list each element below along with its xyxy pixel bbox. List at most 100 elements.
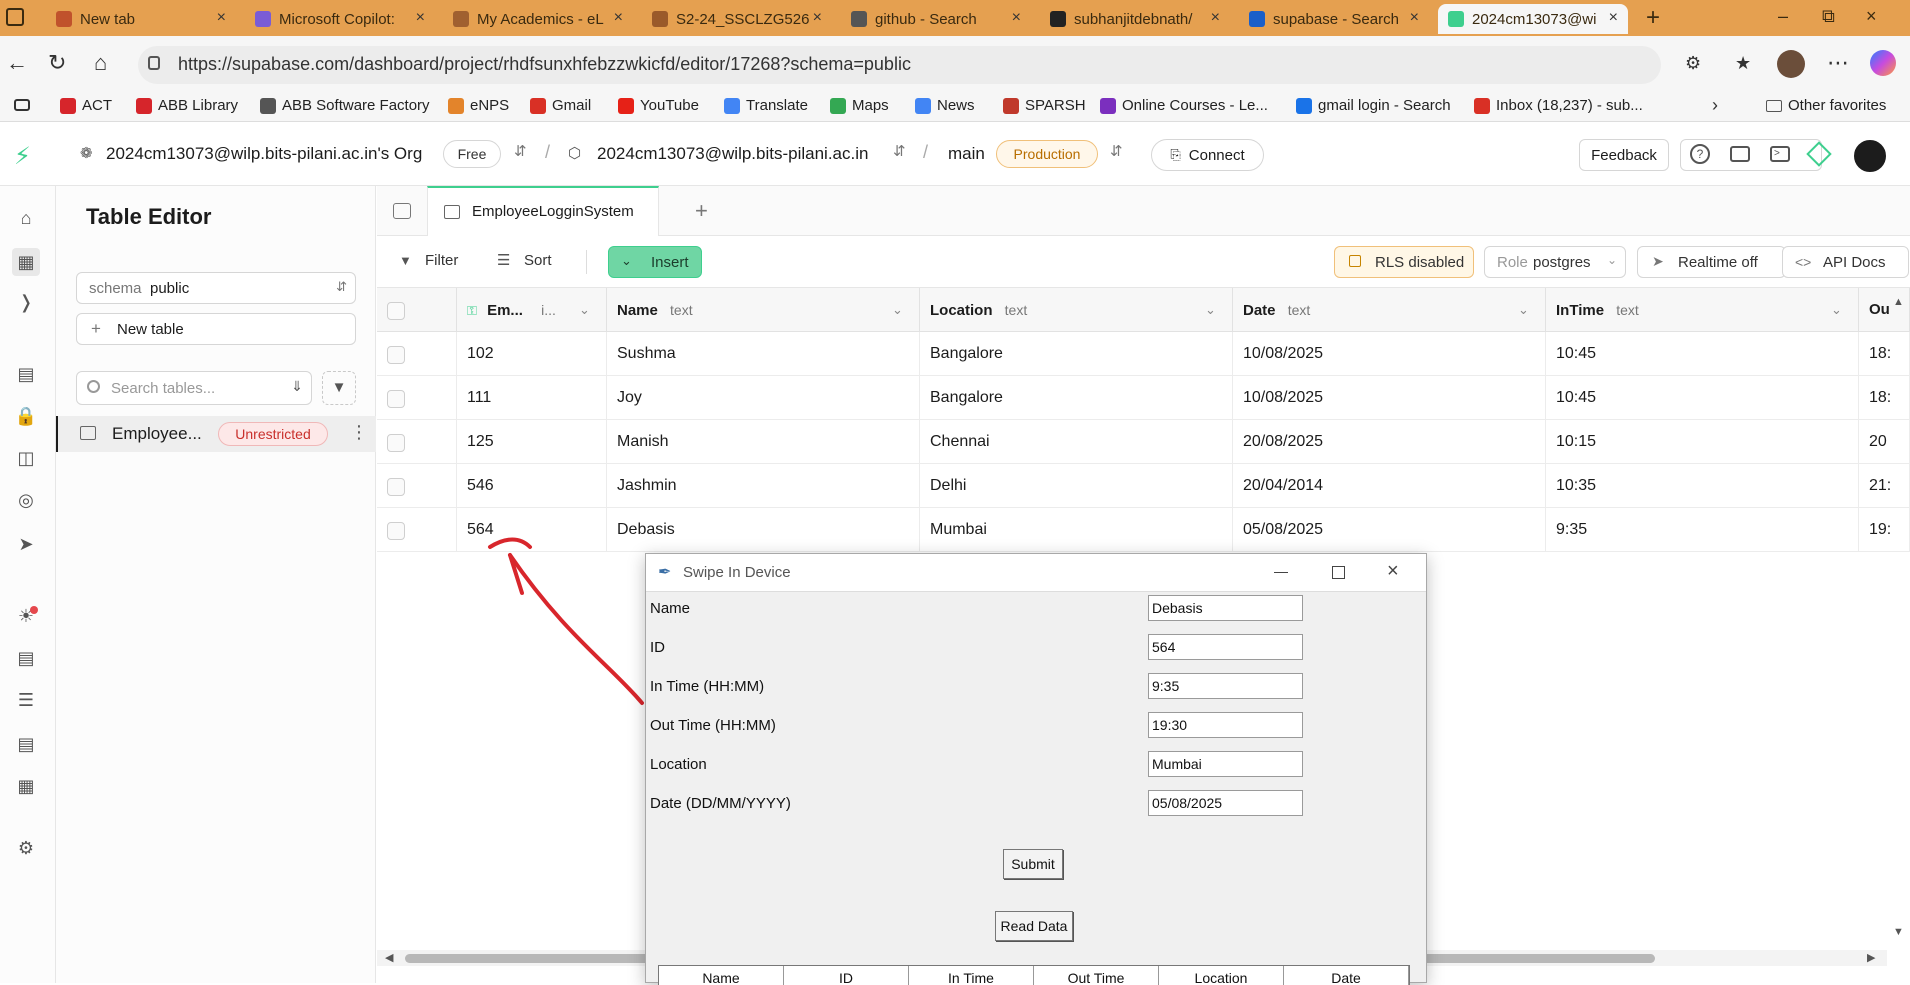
- restore-window-icon[interactable]: ⧉: [1822, 6, 1835, 27]
- chevron-down-icon[interactable]: ⌄: [1831, 288, 1842, 332]
- feedback-button[interactable]: Feedback: [1579, 139, 1669, 171]
- browser-tab[interactable]: github - Search ×: [841, 4, 1031, 34]
- bookmark-item[interactable]: Translate: [724, 97, 808, 114]
- sort-button[interactable]: Sort: [524, 252, 552, 269]
- row-checkbox[interactable]: [387, 346, 405, 364]
- table-cell[interactable]: 10:45: [1546, 332, 1859, 376]
- close-window-icon[interactable]: ×: [1866, 6, 1877, 27]
- table-cell[interactable]: 18:: [1859, 332, 1910, 376]
- maximize-icon[interactable]: [1332, 566, 1345, 579]
- settings-icon[interactable]: ⚙: [14, 836, 38, 860]
- field-input[interactable]: Mumbai: [1148, 751, 1303, 777]
- add-tab-icon[interactable]: +: [695, 198, 708, 224]
- bookmark-item[interactable]: YouTube: [618, 97, 699, 114]
- toggle-sidebar-icon[interactable]: [393, 203, 411, 219]
- storage-icon[interactable]: ◫: [14, 446, 38, 470]
- scroll-up-icon[interactable]: ▲: [1893, 296, 1904, 308]
- tab-employee-loggin-system[interactable]: EmployeeLogginSystem: [427, 186, 659, 237]
- records-column-header[interactable]: ID: [784, 966, 909, 985]
- read-data-button[interactable]: Read Data: [995, 911, 1073, 941]
- refresh-icon[interactable]: ↻: [48, 52, 66, 74]
- role-select[interactable]: Role postgres ⌄: [1484, 246, 1626, 278]
- inbox-icon[interactable]: [1730, 146, 1750, 162]
- browser-tab[interactable]: S2-24_SSCLZG526 ×: [642, 4, 832, 34]
- table-cell[interactable]: 10:35: [1546, 464, 1859, 508]
- row-checkbox[interactable]: [387, 478, 405, 496]
- extensions-icon[interactable]: ⚙: [1685, 52, 1701, 74]
- column-header-name[interactable]: Name text ⌄: [607, 288, 920, 332]
- new-tab-icon[interactable]: +: [1646, 4, 1660, 32]
- sql-editor-icon[interactable]: ❭: [14, 290, 38, 314]
- column-header-intime[interactable]: InTime text ⌄: [1546, 288, 1859, 332]
- more-vertical-icon[interactable]: ⋮: [350, 422, 368, 443]
- minimize-icon[interactable]: [1274, 572, 1288, 573]
- org-switch-icon[interactable]: ⇵: [514, 142, 527, 160]
- filter-button[interactable]: Filter: [425, 252, 458, 269]
- chevrons-down-icon[interactable]: ⇓: [291, 378, 303, 395]
- table-cell[interactable]: Joy: [607, 376, 920, 420]
- table-cell[interactable]: 20/08/2025: [1233, 420, 1546, 464]
- chevron-down-icon[interactable]: ⌄: [1205, 288, 1216, 332]
- row-checkbox[interactable]: [387, 390, 405, 408]
- rls-disabled-button[interactable]: RLS disabled: [1334, 246, 1474, 278]
- tab-actions-icon[interactable]: [6, 8, 24, 26]
- org-name[interactable]: 2024cm13073@wilp.bits-pilani.ac.in's Org: [106, 144, 422, 164]
- table-cell[interactable]: 9:35: [1546, 508, 1859, 552]
- table-cell[interactable]: Delhi: [920, 464, 1233, 508]
- bookmark-item[interactable]: Gmail: [530, 97, 591, 114]
- reading-list-icon[interactable]: [14, 99, 30, 111]
- table-row[interactable]: 111 Joy Bangalore 10/08/2025 10:45 18:: [377, 376, 1910, 420]
- bookmark-item[interactable]: ABB Library: [136, 97, 238, 114]
- reports-icon[interactable]: ▤: [14, 646, 38, 670]
- branch-switch-icon[interactable]: ⇵: [1110, 142, 1123, 160]
- table-list-item[interactable]: Employee... Unrestricted ⋮: [56, 416, 376, 452]
- table-cell[interactable]: 10/08/2025: [1233, 332, 1546, 376]
- table-cell[interactable]: 10/08/2025: [1233, 376, 1546, 420]
- edge-functions-icon[interactable]: ◎: [14, 488, 38, 512]
- table-cell[interactable]: 19:: [1859, 508, 1910, 552]
- close-tab-icon[interactable]: ×: [1609, 9, 1618, 27]
- chevron-down-icon[interactable]: ⌄: [579, 288, 590, 332]
- table-row[interactable]: 125 Manish Chennai 20/08/2025 10:15 20: [377, 420, 1910, 464]
- browser-tab[interactable]: New tab ×: [46, 4, 236, 34]
- api-docs-button[interactable]: <> API Docs: [1782, 246, 1909, 278]
- table-cell[interactable]: Mumbai: [920, 508, 1233, 552]
- table-row[interactable]: 546 Jashmin Delhi 20/04/2014 10:35 21:: [377, 464, 1910, 508]
- bookmark-item[interactable]: SPARSH: [1003, 97, 1086, 114]
- column-header-date[interactable]: Date text ⌄: [1233, 288, 1546, 332]
- table-cell[interactable]: 564: [457, 508, 607, 552]
- table-cell[interactable]: 05/08/2025: [1233, 508, 1546, 552]
- select-all-checkbox[interactable]: [387, 302, 405, 320]
- scroll-left-icon[interactable]: ◀: [385, 951, 393, 964]
- schema-select[interactable]: schema public ⇵: [76, 272, 356, 304]
- bookmarks-overflow-icon[interactable]: ›: [1712, 95, 1718, 116]
- minimize-window-icon[interactable]: –: [1778, 6, 1788, 27]
- field-input[interactable]: Debasis: [1148, 595, 1303, 621]
- branch-name[interactable]: main: [948, 144, 985, 164]
- more-menu-icon[interactable]: ⋯: [1827, 52, 1849, 74]
- scroll-right-icon[interactable]: ▶: [1867, 951, 1875, 964]
- table-cell[interactable]: Manish: [607, 420, 920, 464]
- bookmark-item[interactable]: Inbox (18,237) - sub...: [1474, 97, 1643, 114]
- chevron-down-icon[interactable]: ⌄: [1518, 288, 1529, 332]
- user-avatar[interactable]: [1852, 138, 1888, 174]
- table-cell[interactable]: Chennai: [920, 420, 1233, 464]
- close-tab-icon[interactable]: ×: [217, 9, 226, 27]
- table-cell[interactable]: 18:: [1859, 376, 1910, 420]
- close-tab-icon[interactable]: ×: [614, 9, 623, 27]
- field-input[interactable]: 19:30: [1148, 712, 1303, 738]
- logs-icon[interactable]: ☰: [14, 688, 38, 712]
- records-column-header[interactable]: Out Time: [1034, 966, 1159, 985]
- bookmark-item[interactable]: gmail login - Search: [1296, 97, 1451, 114]
- bookmark-item[interactable]: eNPS: [448, 97, 509, 114]
- bookmark-item[interactable]: ACT: [60, 97, 112, 114]
- row-checkbox[interactable]: [387, 522, 405, 540]
- field-input[interactable]: 9:35: [1148, 673, 1303, 699]
- table-cell[interactable]: 21:: [1859, 464, 1910, 508]
- scroll-down-icon[interactable]: ▼: [1893, 926, 1904, 938]
- table-cell[interactable]: 20/04/2014: [1233, 464, 1546, 508]
- bookmark-item[interactable]: ABB Software Factory: [260, 97, 430, 114]
- table-row[interactable]: 102 Sushma Bangalore 10/08/2025 10:45 18:: [377, 332, 1910, 376]
- project-name[interactable]: 2024cm13073@wilp.bits-pilani.ac.in: [597, 144, 868, 164]
- column-header-id[interactable]: ⚿ Em... i... ⌄: [457, 288, 607, 332]
